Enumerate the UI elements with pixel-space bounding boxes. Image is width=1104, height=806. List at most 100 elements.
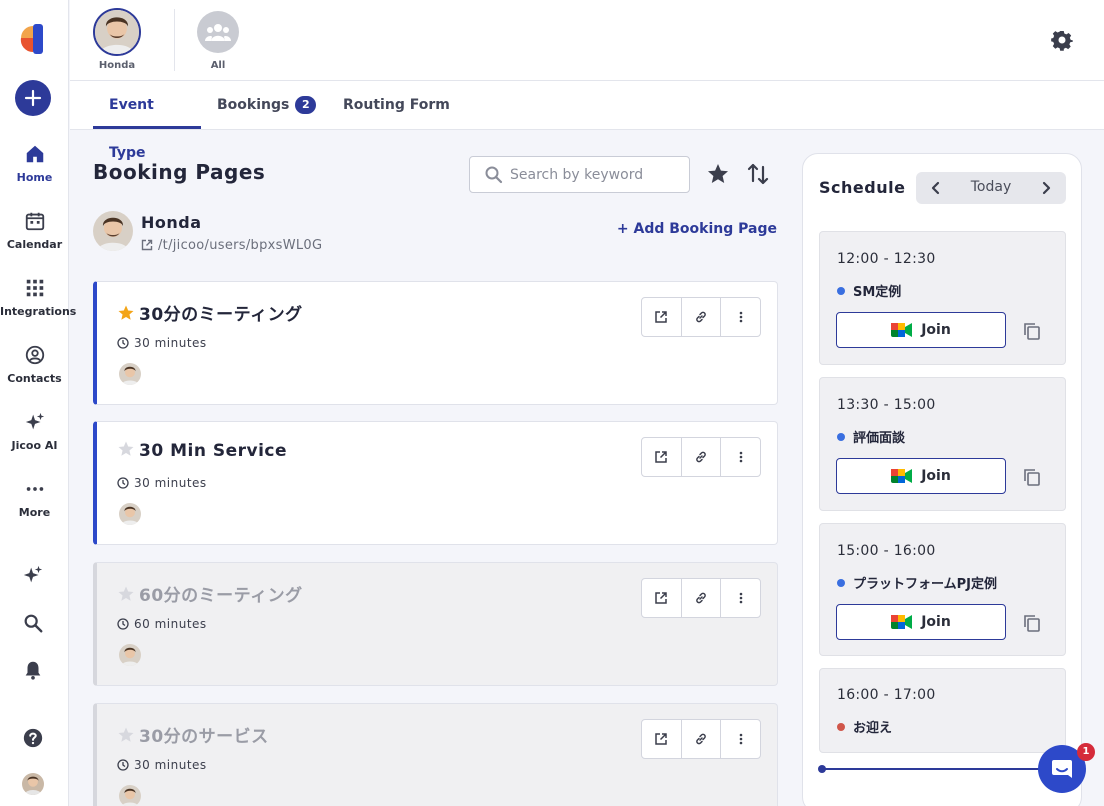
more-dots-icon — [26, 487, 43, 491]
schedule-event[interactable]: 15:00 - 16:00 プラットフォームPJ定例 Join — [819, 523, 1066, 656]
join-meeting-button[interactable]: Join — [836, 312, 1006, 348]
link-icon — [696, 592, 706, 604]
open-page-button[interactable] — [642, 579, 682, 617]
account-honda[interactable]: Honda — [92, 8, 142, 71]
account-all[interactable]: All — [193, 8, 243, 71]
star-outline-icon[interactable] — [117, 440, 135, 458]
kebab-icon — [739, 451, 742, 463]
event-name: SM定例 — [837, 281, 901, 300]
copy-icon[interactable] — [1022, 613, 1042, 633]
schedule-event[interactable]: 13:30 - 15:00 評価面談 Join — [819, 377, 1066, 511]
event-color-dot — [837, 579, 845, 587]
tab-bar: Event Type Bookings 2 Routing Form — [70, 81, 1104, 161]
more-menu-button[interactable] — [721, 579, 760, 617]
sort-icon[interactable] — [746, 162, 770, 186]
star-filled-icon[interactable] — [117, 304, 135, 322]
clock-icon — [117, 477, 129, 489]
booking-page-card-disabled[interactable]: 60分のミーティング 60 minutes — [93, 562, 778, 686]
card-title: 30分のサービス — [117, 722, 269, 747]
card-title: 60分のミーティング — [117, 581, 303, 606]
nav-home[interactable]: Home — [0, 143, 69, 203]
copy-icon[interactable] — [1022, 321, 1042, 341]
nav-more[interactable]: More — [0, 478, 69, 538]
more-menu-button[interactable] — [721, 720, 760, 758]
profile-avatar[interactable] — [22, 773, 44, 795]
chevron-right-icon[interactable] — [1036, 178, 1056, 198]
schedule-scroll-indicator — [818, 765, 1042, 773]
search-input[interactable] — [510, 157, 680, 192]
user-header: Honda /t/jicoo/users/bpxsWL0G + Add Book… — [93, 211, 783, 253]
schedule-event[interactable]: 12:00 - 12:30 SM定例 Join — [819, 231, 1066, 365]
star-outline-icon[interactable] — [117, 726, 135, 744]
app-logo[interactable] — [19, 24, 47, 56]
join-meeting-button[interactable]: Join — [836, 458, 1006, 494]
host-avatar — [119, 785, 141, 806]
booking-page-card[interactable]: 30分のミーティング 30 minutes — [93, 281, 778, 405]
today-button[interactable]: Today — [946, 179, 1036, 195]
google-meet-icon — [891, 469, 913, 483]
user-page-link[interactable]: /t/jicoo/users/bpxsWL0G — [141, 238, 322, 253]
clock-icon — [117, 759, 129, 771]
clock-icon — [117, 618, 129, 630]
tab-event-type[interactable]: Event Type — [93, 81, 201, 161]
kebab-icon — [739, 733, 742, 745]
tab-bookings[interactable]: Bookings 2 — [201, 81, 332, 129]
tab-routing-form[interactable]: Routing Form — [327, 81, 466, 129]
avatar — [93, 211, 133, 251]
more-menu-button[interactable] — [721, 298, 760, 336]
copy-link-button[interactable] — [682, 720, 722, 758]
card-title: 30 Min Service — [117, 440, 287, 461]
search-icon[interactable] — [22, 612, 44, 634]
nav-calendar[interactable]: Calendar — [0, 210, 69, 270]
copy-icon[interactable] — [1022, 467, 1042, 487]
divider — [174, 9, 175, 71]
group-icon — [197, 11, 239, 53]
more-menu-button[interactable] — [721, 438, 760, 476]
help-icon[interactable] — [22, 727, 44, 749]
external-link-icon — [655, 592, 668, 604]
link-icon — [696, 311, 706, 323]
event-time: 12:00 - 12:30 — [837, 251, 936, 267]
nav-contacts[interactable]: Contacts — [0, 344, 69, 404]
copy-link-button[interactable] — [682, 298, 722, 336]
ai-sparkle-icon[interactable] — [22, 564, 44, 586]
bell-icon[interactable] — [22, 659, 44, 681]
booking-page-card[interactable]: 30 Min Service 30 minutes — [93, 421, 778, 545]
external-link-icon — [655, 733, 668, 745]
kebab-icon — [739, 592, 742, 604]
bookings-count-badge: 2 — [295, 96, 317, 114]
schedule-event[interactable]: 16:00 - 17:00 お迎え — [819, 668, 1066, 753]
page-title: Booking Pages — [93, 160, 266, 184]
external-link-icon — [655, 451, 668, 463]
nav-jicoo-ai[interactable]: Jicoo AI — [0, 411, 69, 471]
chevron-left-icon[interactable] — [926, 178, 946, 198]
nav-label: Jicoo AI — [11, 439, 58, 452]
external-link-icon — [655, 311, 668, 323]
card-actions — [641, 297, 761, 337]
home-icon — [26, 145, 43, 163]
nav-integrations[interactable]: Integrations — [0, 277, 77, 337]
card-actions — [641, 578, 761, 618]
event-color-dot — [837, 723, 845, 731]
event-name: プラットフォームPJ定例 — [837, 573, 997, 592]
copy-link-button[interactable] — [682, 438, 722, 476]
gear-icon[interactable] — [1050, 28, 1074, 52]
open-page-button[interactable] — [642, 298, 682, 336]
card-actions — [641, 437, 761, 477]
favorites-filter-icon[interactable] — [706, 162, 730, 186]
link-icon — [696, 451, 706, 463]
apps-grid-icon — [26, 279, 43, 297]
create-button[interactable] — [15, 80, 51, 116]
booking-page-card-disabled[interactable]: 30分のサービス 30 minutes — [93, 703, 778, 806]
join-meeting-button[interactable]: Join — [836, 604, 1006, 640]
clock-icon — [117, 337, 129, 349]
card-duration: 30 minutes — [117, 758, 207, 772]
sidebar-nav: Home Calendar Integrations Contacts Jico… — [0, 0, 77, 806]
open-page-button[interactable] — [642, 720, 682, 758]
add-booking-page-button[interactable]: + Add Booking Page — [617, 221, 777, 237]
open-page-button[interactable] — [642, 438, 682, 476]
search-box[interactable] — [469, 156, 690, 193]
nav-label: Integrations — [0, 305, 77, 318]
copy-link-button[interactable] — [682, 579, 722, 617]
star-outline-icon[interactable] — [117, 585, 135, 603]
